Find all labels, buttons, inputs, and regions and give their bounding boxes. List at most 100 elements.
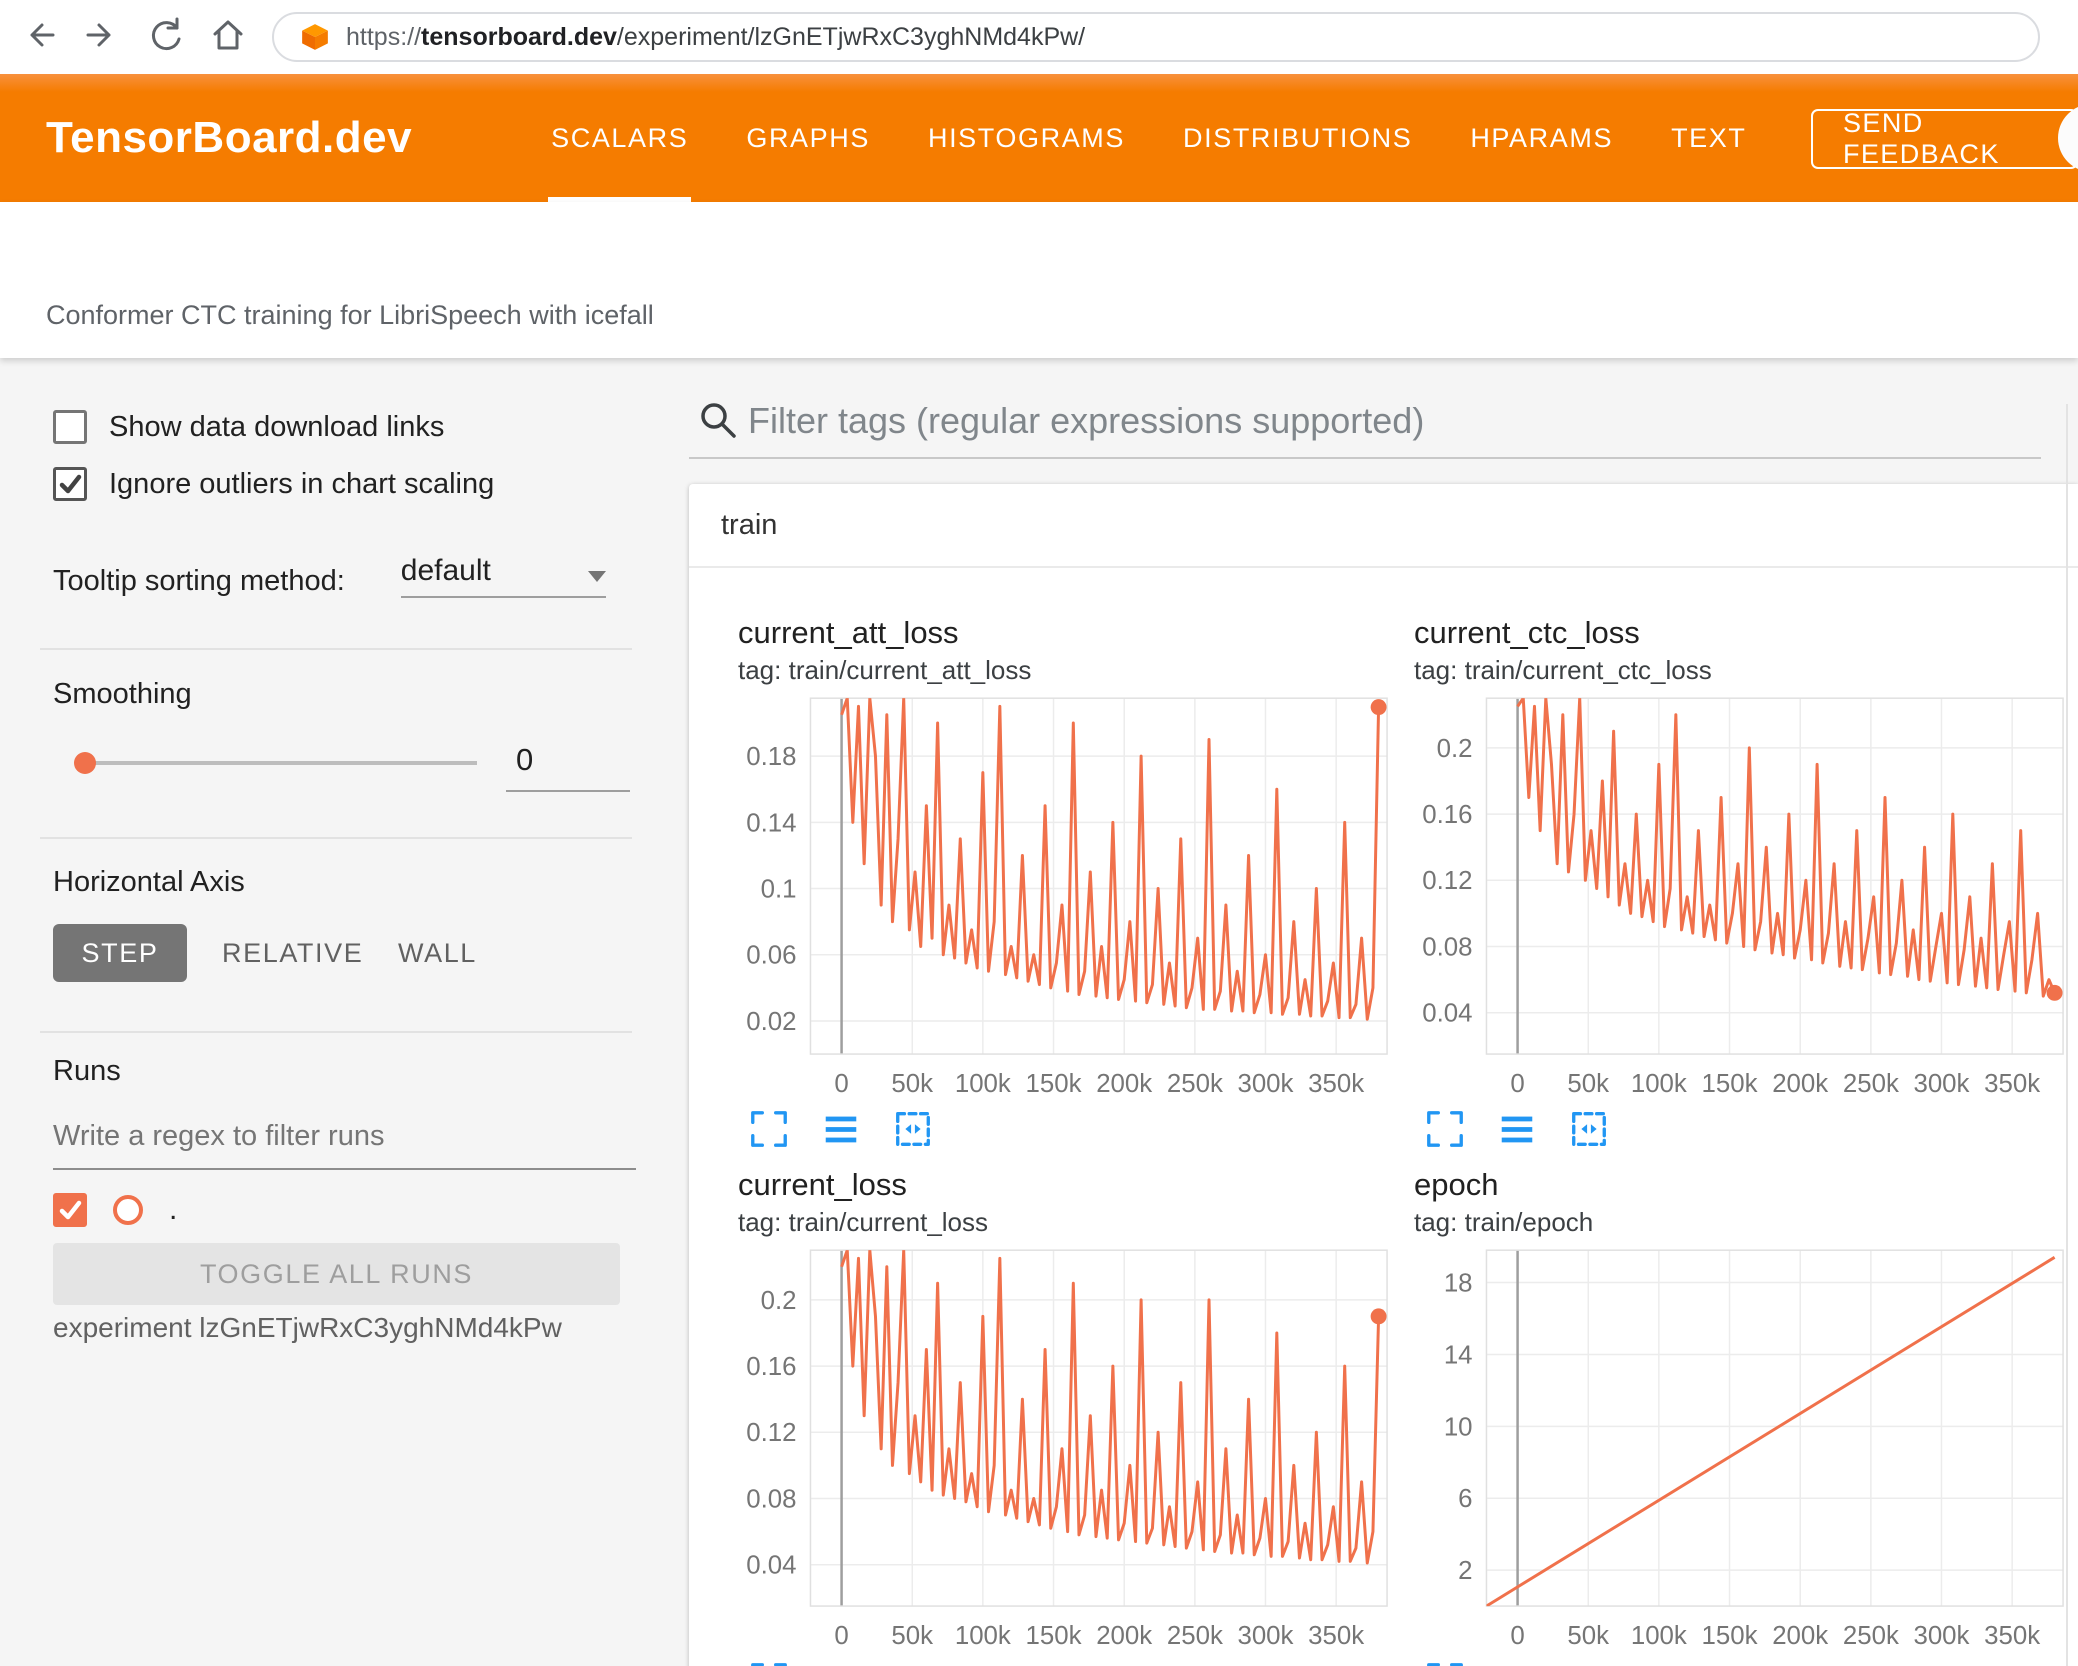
runs-filter-input[interactable]: Write a regex to filter runs [53,1120,384,1153]
horizontal-axis-label: Horizontal Axis [53,866,245,898]
chart-title: current_loss [738,1167,907,1202]
smoothing-slider-track[interactable] [85,761,477,765]
svg-text:0.2: 0.2 [1437,735,1473,763]
tensorboard-favicon [302,24,328,50]
smoothing-slider-knob[interactable] [74,752,96,774]
svg-text:350k: 350k [1308,1622,1364,1650]
svg-text:0.16: 0.16 [746,1353,796,1381]
chart-title: current_ctc_loss [1414,615,1640,650]
smoothing-value-underline [506,790,630,792]
charts-grid: current_att_loss tag: train/current_att_… [689,568,2078,1666]
section-header-train[interactable]: train [689,484,2078,568]
svg-text:200k: 200k [1772,1622,1828,1650]
line-chart[interactable]: 0.04 0.08 0.12 0.16 0.2 0 50k 100k 150k 200k 250k 3… [1396,692,2072,1100]
filter-tags-input[interactable]: Filter tags (regular expressions support… [748,400,1424,442]
svg-text:300k: 300k [1237,1622,1293,1650]
line-chart[interactable]: 2 6 10 14 18 0 50k 100k 150k 200k 250k 300k 350k [1396,1244,2072,1652]
address-bar[interactable]: https://tensorboard.dev/experiment/lzGnE… [272,12,2040,62]
expand-chart-icon[interactable] [748,1108,790,1150]
run-name: . [169,1193,178,1226]
chart-tag: tag: train/current_att_loss [738,655,1032,685]
svg-text:0.04: 0.04 [746,1552,796,1580]
expand-chart-icon[interactable] [1424,1660,1466,1666]
svg-text:300k: 300k [1913,1622,1969,1650]
tab-graphs[interactable]: GRAPHS [717,74,899,202]
svg-text:350k: 350k [1984,1070,2040,1098]
chart-card-current-att-loss: current_att_loss tag: train/current_att_… [720,614,1396,1150]
axis-step-button[interactable]: STEP [53,924,187,982]
expand-chart-icon[interactable] [748,1660,790,1666]
svg-text:250k: 250k [1167,1070,1223,1098]
chart-card-current-loss: current_loss tag: train/current_loss 0.0… [720,1166,1396,1666]
run-color-swatch [113,1195,143,1225]
divider [40,837,632,839]
tab-distributions[interactable]: DISTRIBUTIONS [1154,74,1441,202]
chart-toolbar [748,1660,1396,1666]
chart-tag: tag: train/epoch [1414,1207,1594,1237]
svg-text:300k: 300k [1913,1070,1969,1098]
fit-domain-icon[interactable] [1568,1108,1610,1150]
horizontal-axis-row: Horizontal Axis [53,866,245,899]
ignore-outliers-checkbox[interactable] [53,467,87,501]
svg-text:0.16: 0.16 [1422,801,1472,829]
nav-tabs: SCALARS GRAPHS HISTOGRAMS DISTRIBUTIONS … [522,74,1775,202]
tab-scalars[interactable]: SCALARS [522,74,717,202]
svg-text:0.12: 0.12 [746,1419,796,1447]
experiment-subheader: Conformer CTC training for LibriSpeech w… [0,202,2078,358]
reload-icon[interactable] [146,16,184,59]
experiment-id-label: experiment lzGnETjwRxC3yghNMd4kPw [53,1312,562,1343]
svg-text:0.18: 0.18 [746,743,796,771]
axis-relative-button[interactable]: RELATIVE [222,924,363,982]
svg-text:50k: 50k [1567,1622,1609,1650]
data-lines-icon[interactable] [1496,1108,1538,1150]
run-checkbox[interactable] [53,1193,87,1227]
smoothing-value[interactable]: 0 [516,742,533,778]
section-title: train [721,508,778,541]
axis-wall-button[interactable]: WALL [398,924,477,982]
runs-label: Runs [53,1055,121,1087]
svg-text:0.14: 0.14 [746,809,796,837]
svg-text:0.08: 0.08 [746,1485,796,1513]
tooltip-sorting-dropdown[interactable]: default [400,554,606,598]
svg-text:6: 6 [1458,1485,1472,1513]
svg-text:0.02: 0.02 [746,1008,796,1036]
chart-title: epoch [1414,1167,1499,1202]
svg-text:300k: 300k [1237,1070,1293,1098]
line-chart[interactable]: 0.04 0.08 0.12 0.16 0.2 0 50k 100k 150k 200k 250k 3… [720,1244,1396,1652]
tab-histograms[interactable]: HISTOGRAMS [899,74,1154,202]
scrollbar[interactable] [2066,404,2068,1666]
tab-hparams[interactable]: HPARAMS [1441,74,1642,202]
svg-text:50k: 50k [891,1622,933,1650]
svg-text:250k: 250k [1167,1622,1223,1650]
home-icon[interactable] [209,16,247,59]
svg-text:200k: 200k [1772,1070,1828,1098]
svg-text:0.1: 0.1 [761,875,797,903]
chart-tag: tag: train/current_ctc_loss [1414,655,1712,685]
send-feedback-button[interactable]: SEND FEEDBACK [1811,108,2078,169]
filter-tags-underline [689,457,2041,459]
svg-text:50k: 50k [891,1070,933,1098]
back-icon[interactable] [20,16,58,59]
svg-text:0.12: 0.12 [1422,867,1472,895]
data-lines-icon[interactable] [820,1108,862,1150]
toggle-all-runs-button[interactable]: TOGGLE ALL RUNS [53,1243,620,1305]
runs-header-row: Runs [53,1055,121,1088]
chart-card-epoch: epoch tag: train/epoch 2 6 10 14 18 0 50k 100k 1… [1396,1166,2072,1666]
svg-text:100k: 100k [1631,1622,1687,1650]
line-chart[interactable]: 0.02 0.06 0.1 0.14 0.18 0 50k 100k 150k 200k 250k 3… [720,692,1396,1100]
fit-domain-icon[interactable] [892,1108,934,1150]
smoothing-label: Smoothing [53,678,192,710]
forward-icon[interactable] [83,16,121,59]
ignore-outliers-label: Ignore outliers in chart scaling [109,467,495,500]
expand-chart-icon[interactable] [1424,1108,1466,1150]
svg-text:0.04: 0.04 [1422,1000,1472,1028]
ignore-outliers-row: Ignore outliers in chart scaling [53,467,494,501]
settings-sidebar: Show data download links Ignore outliers… [0,358,656,1666]
svg-text:14: 14 [1444,1341,1473,1369]
show-download-checkbox[interactable] [53,410,87,444]
run-list-item: . [53,1193,177,1227]
brand-title: TensorBoard.dev [46,113,413,162]
chart-toolbar [748,1108,1396,1150]
svg-text:200k: 200k [1096,1070,1152,1098]
tab-text[interactable]: TEXT [1642,74,1775,202]
